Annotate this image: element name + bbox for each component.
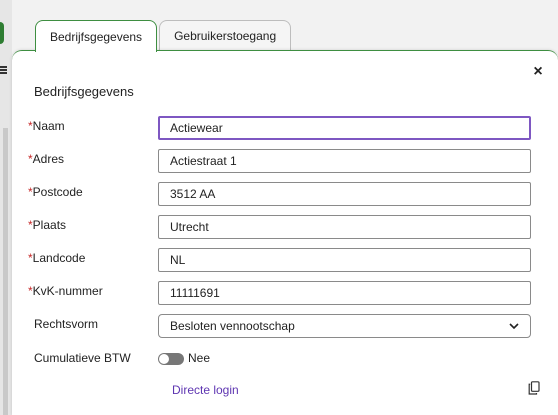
plaats-input[interactable]: Utrecht [158,215,531,239]
toggle-knob [159,354,169,364]
landcode-label: *Landcode [28,251,85,265]
form-row-postcode: *Postcode 3512 AA [28,182,548,206]
directe-login-link[interactable]: Directe login [172,383,239,397]
kvk-input[interactable]: 11111691 [158,281,531,305]
rechtsvorm-value: Besloten vennootschap [170,319,295,333]
kvk-label: *KvK-nummer [28,284,103,298]
btw-toggle-text: Nee [188,351,211,365]
plaats-label: *Plaats [28,218,66,232]
postcode-label: *Postcode [28,185,83,199]
form-row-adres: *Adres Actiestraat 1 [28,149,548,173]
close-icon[interactable]: × [531,64,545,80]
form-row-landcode: *Landcode NL [28,248,548,272]
tab-bedrijfsgegevens[interactable]: Bedrijfsgegevens [35,20,158,52]
adres-label: *Adres [28,152,64,166]
company-details-panel: × Bedrijfsgegevens *Naam Actiewear *Adre… [12,50,558,415]
postcode-input[interactable]: 3512 AA [158,182,531,206]
naam-label: *Naam [28,119,65,133]
adres-label-text: Adres [32,152,65,166]
rechtsvorm-label: Rechtsvorm [34,317,99,331]
menu-icon[interactable] [0,66,8,74]
kvk-label-text: KvK-nummer [32,284,103,298]
section-title: Bedrijfsgegevens [34,84,134,99]
scrollbar[interactable] [3,128,8,415]
naam-label-text: Naam [32,119,65,133]
adres-input[interactable]: Actiestraat 1 [158,149,531,173]
form-row-plaats: *Plaats Utrecht [28,215,548,239]
landcode-input[interactable]: NL [158,248,531,272]
form-row-naam: *Naam Actiewear [28,116,548,140]
background-accent [0,22,4,44]
naam-input[interactable]: Actiewear [158,116,531,140]
plaats-label-text: Plaats [32,218,67,232]
chevron-down-icon[interactable] [509,321,519,331]
postcode-label-text: Postcode [32,185,83,199]
form-row-rechtsvorm: Rechtsvorm Besloten vennootschap [28,314,548,338]
form-row-btw: Cumulatieve BTW Nee [28,348,548,372]
tab-gebruikerstoegang[interactable]: Gebruikerstoegang [159,20,292,51]
rechtsvorm-select[interactable]: Besloten vennootschap [158,314,531,338]
copy-icon[interactable] [528,381,540,395]
form-row-kvk: *KvK-nummer 11111691 [28,281,548,305]
btw-label: Cumulatieve BTW [34,351,131,365]
tab-bar: Bedrijfsgegevens Gebruikerstoegang [35,20,293,52]
landcode-label-text: Landcode [32,251,86,265]
btw-toggle[interactable] [158,353,184,365]
